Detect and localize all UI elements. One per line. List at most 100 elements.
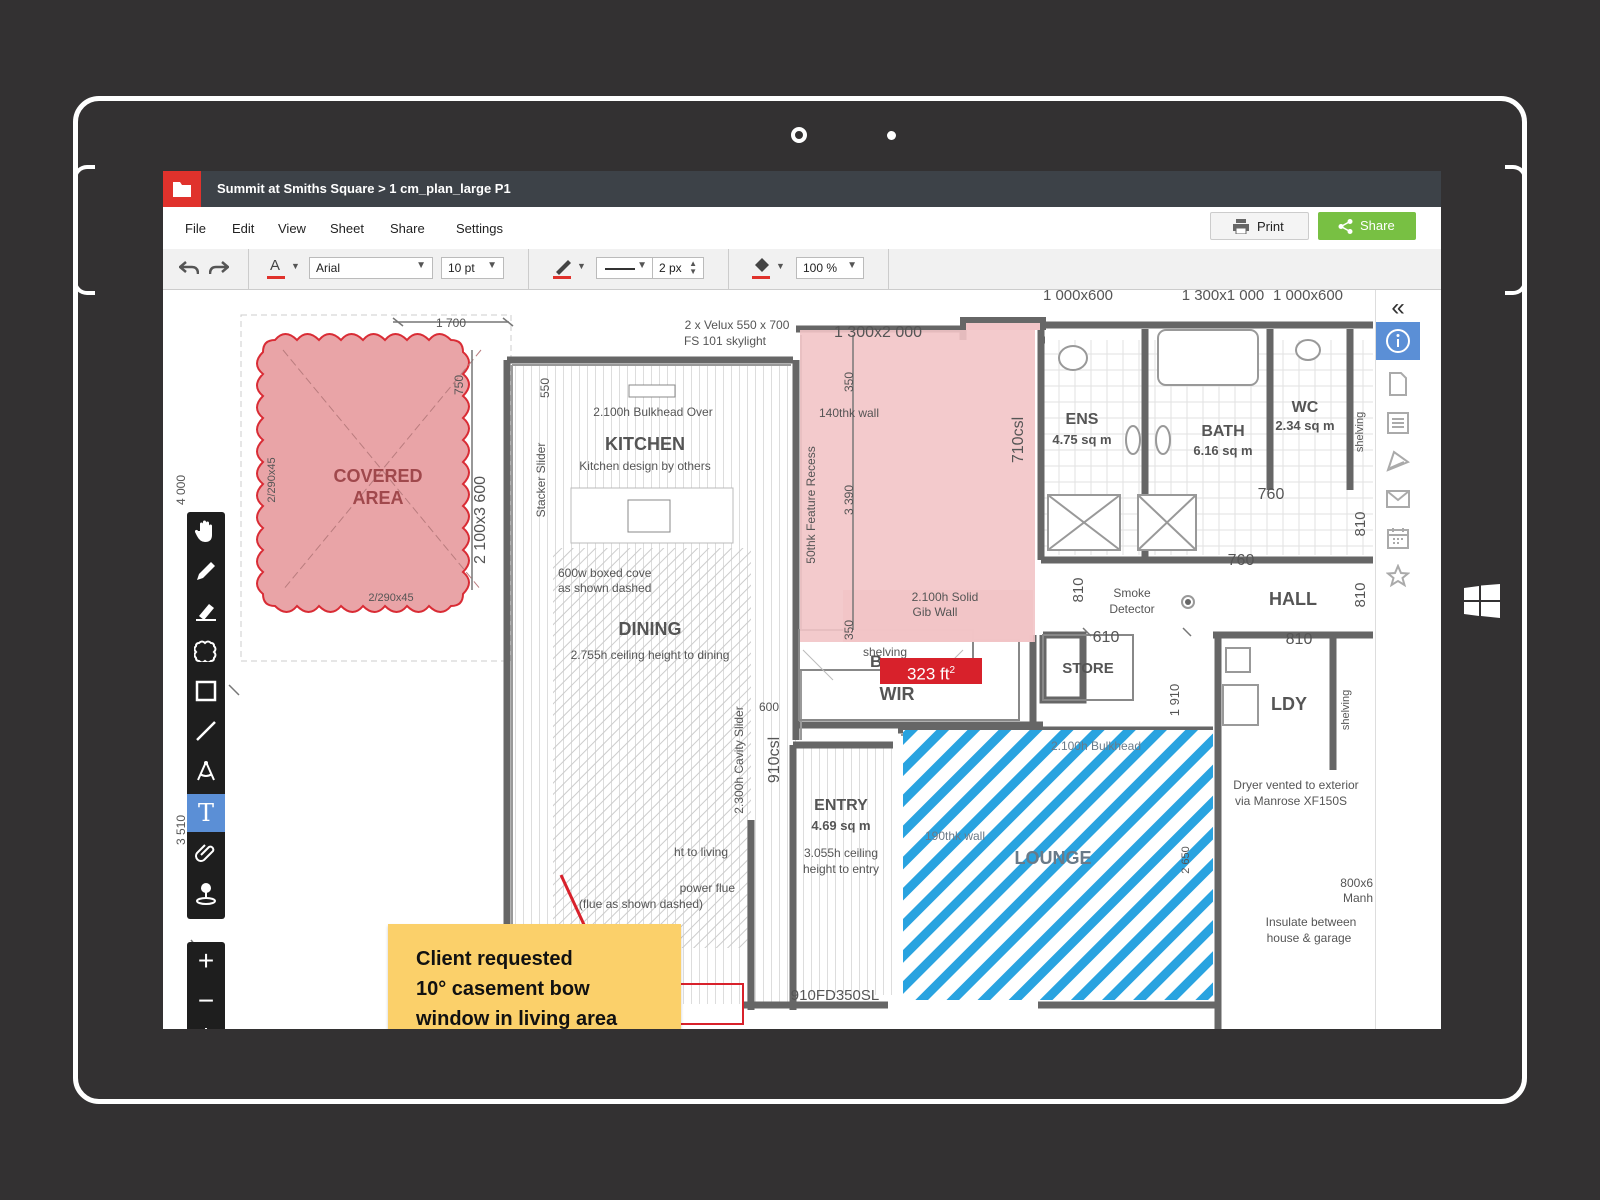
flue-note-1: power flue	[680, 881, 736, 895]
solid-wall-note-1: 2.100h Solid	[912, 590, 979, 604]
menu-sheet[interactable]: Sheet	[330, 221, 364, 236]
palette-icon[interactable]	[1376, 450, 1420, 477]
dim-2100x3600: 2 100x3 600	[472, 476, 489, 564]
cloud-shape-icon	[193, 640, 217, 664]
calendar-icon[interactable]	[1376, 527, 1420, 554]
sticky-note[interactable]: Client requested 10° casement bow window…	[388, 924, 681, 1029]
dim-810-c: 810	[1352, 511, 1369, 536]
dim-3390: 3 390	[842, 485, 856, 515]
info-icon[interactable]	[1376, 322, 1420, 360]
highlighter-icon	[196, 604, 216, 621]
drawing-canvas[interactable]: COVERED AREA KITCHEN Kitchen design by o…	[163, 290, 1375, 1029]
dim-910csl: 910csl	[766, 737, 783, 783]
pen-tool[interactable]	[187, 552, 225, 590]
line-tool[interactable]	[187, 712, 225, 750]
measure-tool[interactable]	[187, 752, 225, 790]
cloud-tool[interactable]	[187, 632, 225, 670]
crosshair-icon	[205, 1028, 207, 1029]
shelving-ldy-note: shelving	[1340, 690, 1352, 730]
menu-view[interactable]: View	[278, 221, 306, 236]
boxed-cove-note-2: as shown dashed	[558, 581, 651, 595]
entry-note-1: 3.055h ceiling	[804, 846, 878, 860]
toolbar-separator	[888, 249, 889, 289]
covered-area-label-2: AREA	[352, 488, 403, 508]
breadcrumb[interactable]: Summit at Smiths Square > 1 cm_plan_larg…	[217, 181, 511, 196]
recenter-button[interactable]	[187, 1020, 225, 1029]
covered-area-label-1: COVERED	[333, 466, 422, 486]
share-icon	[1338, 219, 1353, 234]
star-icon[interactable]	[1376, 563, 1420, 593]
rectangle-icon	[195, 680, 217, 702]
stamp-icon	[196, 883, 216, 905]
attachment-tool[interactable]	[187, 834, 225, 872]
list-icon[interactable]	[1376, 412, 1420, 439]
dim-3510: 3 510	[174, 815, 188, 845]
format-toolbar: A ▼ Arial ▼ 10 pt ▼ ▼ ▼ 2 px ▲ ▼ ▼ 100 % ▼	[163, 249, 1441, 290]
dim-1300x2000: 1 300x2 000	[834, 324, 922, 341]
document-icon[interactable]	[1376, 372, 1420, 401]
stacker-slider-note: Stacker Slider	[534, 443, 548, 518]
share-button[interactable]: Share	[1318, 212, 1416, 240]
manhole-note-2: Manh	[1343, 891, 1373, 905]
line-width-stepper[interactable]: 2 px ▲ ▼	[652, 257, 704, 279]
font-family-select[interactable]: Arial ▼	[309, 257, 433, 279]
collapse-icon[interactable]: «	[1376, 294, 1420, 322]
wc-label: WC	[1292, 399, 1319, 416]
print-button[interactable]: Print	[1210, 212, 1309, 240]
solid-wall-note-2: Gib Wall	[913, 605, 958, 619]
dim-4000: 4 000	[174, 475, 188, 505]
annotation-tools-panel: T	[187, 512, 225, 919]
font-size-select[interactable]: 10 pt ▼	[441, 257, 504, 279]
stroke-color-picker[interactable]: ▼	[553, 257, 589, 281]
print-label: Print	[1257, 219, 1284, 234]
fill-color-picker[interactable]: ▼	[752, 257, 788, 281]
text-tool[interactable]: T	[187, 794, 225, 832]
zoom-in-button[interactable]: +	[187, 942, 225, 980]
highlighter-tool[interactable]	[187, 592, 225, 630]
windows-logo-icon[interactable]	[1464, 584, 1500, 618]
dim-810-b: 810	[1070, 577, 1087, 602]
bath-area: 6.16 sq m	[1193, 443, 1252, 458]
dryer-note-2: via Manrose XF150S	[1235, 794, 1347, 808]
menu-file[interactable]: File	[185, 221, 206, 236]
hand-icon	[194, 520, 212, 542]
dim-600: 600	[759, 700, 779, 714]
wir-label: WIR	[880, 684, 915, 704]
compass-icon	[197, 761, 215, 781]
undo-icon[interactable]	[179, 261, 199, 275]
opacity-select[interactable]: 100 % ▼	[796, 257, 864, 279]
font-color-picker[interactable]: A ▼	[267, 257, 301, 281]
pan-tool[interactable]	[187, 512, 225, 550]
note-line-2: 10° casement bow	[416, 978, 590, 1000]
dim-760-b: 760	[1228, 552, 1255, 569]
line-style-select[interactable]: ▼	[596, 257, 654, 279]
rectangle-tool[interactable]	[187, 672, 225, 710]
dim-1000x600-b: 1 000x600	[1273, 290, 1343, 304]
boxed-cove-note-1: 600w boxed cove	[558, 566, 652, 580]
insulate-note-2: house & garage	[1267, 931, 1352, 945]
folder-icon[interactable]	[163, 171, 201, 207]
dim-350-b: 350	[842, 620, 856, 640]
mail-icon[interactable]	[1376, 490, 1420, 513]
zoom-out-button[interactable]: −	[187, 982, 225, 1020]
menu-share[interactable]: Share	[390, 221, 425, 236]
dim-550: 550	[538, 378, 552, 398]
smoke-detector-2: Detector	[1109, 602, 1154, 616]
app-screen: Summit at Smiths Square > 1 cm_plan_larg…	[163, 171, 1441, 1029]
stamp-tool[interactable]	[187, 874, 225, 912]
menu-settings[interactable]: Settings	[456, 221, 503, 236]
menu-edit[interactable]: Edit	[232, 221, 254, 236]
door-unit-label: 910FD350SL	[791, 987, 879, 1004]
dim-1700: 1 700	[436, 316, 466, 330]
lounge-wall-note: 190thk wall	[925, 829, 985, 843]
pen-icon	[556, 260, 571, 275]
toolbar-separator	[728, 249, 729, 289]
paperclip-icon	[195, 844, 215, 862]
redo-icon[interactable]	[209, 261, 229, 275]
dim-2-290x45-a: 2/290x45	[266, 457, 278, 502]
area-measurement-tag[interactable]: 323 ft2	[880, 658, 982, 684]
toolbar-separator	[528, 249, 529, 289]
shelving-wc-note: shelving	[1354, 412, 1366, 452]
dim-350-a: 350	[842, 372, 856, 392]
ens-area: 4.75 sq m	[1052, 432, 1111, 447]
